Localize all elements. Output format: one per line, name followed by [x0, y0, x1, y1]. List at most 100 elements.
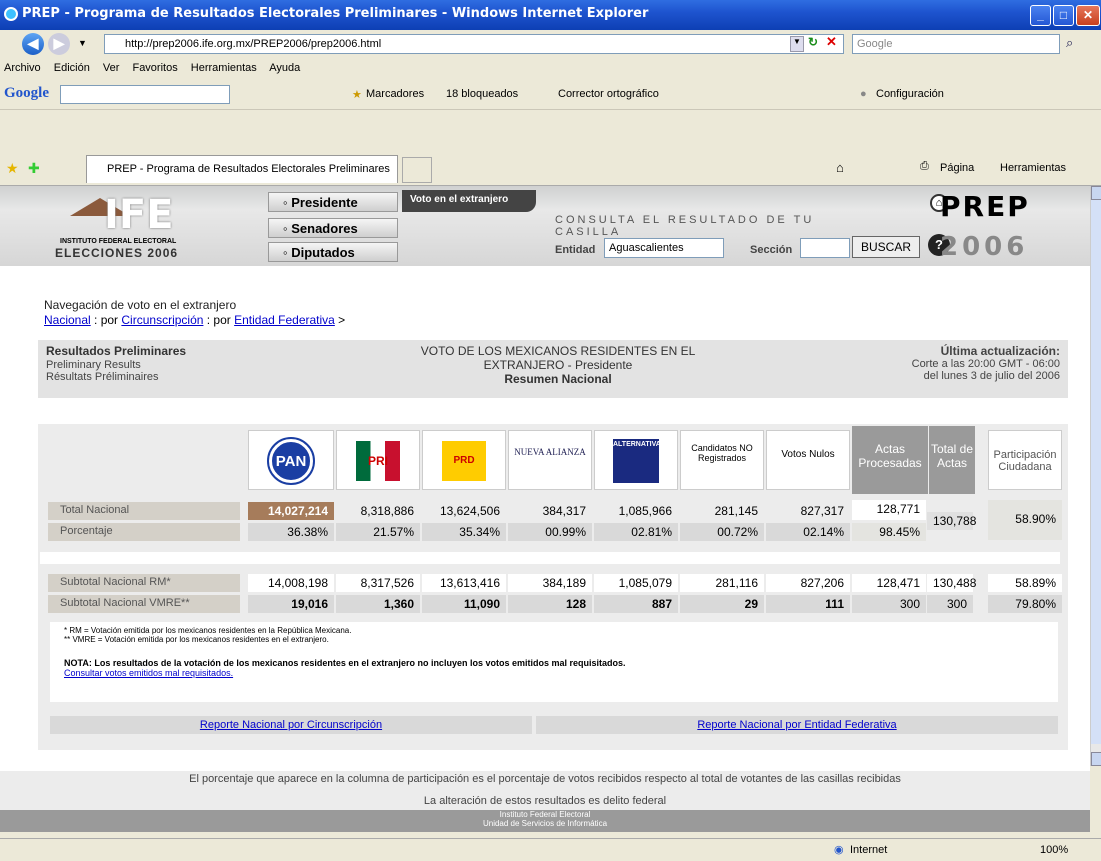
favorites-star-icon[interactable]: ★: [6, 160, 19, 177]
google-search-input[interactable]: [60, 85, 230, 104]
update-title: Última actualización:: [940, 344, 1060, 358]
breadcrumb: Nacional : por Circunscripción : por Ent…: [44, 313, 345, 327]
back-button[interactable]: ◀: [22, 33, 44, 55]
prd-pt-logo: PRD: [442, 441, 486, 481]
url-dropdown[interactable]: ▼: [790, 36, 804, 52]
rm-no-registrados: 281,116: [680, 574, 764, 592]
add-favorite-icon[interactable]: ✚: [28, 160, 40, 177]
pct-pri: 21.57%: [336, 523, 420, 541]
voto-extranjero-tab[interactable]: Voto en el extranjero: [402, 190, 536, 212]
url-input[interactable]: http://prep2006.ife.org.mx/PREP2006/prep…: [104, 34, 844, 54]
nav-presidente[interactable]: ◦ Presidente: [268, 192, 398, 212]
tab-prep[interactable]: PREP - Programa de Resultados Electorale…: [86, 155, 398, 183]
buscar-button[interactable]: BUSCAR: [852, 236, 920, 258]
tab-label: PREP - Programa de Resultados Electorale…: [107, 163, 390, 175]
google-toolbar: Google ★ Marcadores 18 bloqueados Correc…: [0, 80, 1101, 110]
breadcrumb-entidad[interactable]: Entidad Federativa: [234, 313, 335, 327]
maximize-button[interactable]: □: [1053, 5, 1074, 26]
total-no-registrados: 281,145: [714, 504, 758, 518]
breadcrumb-nacional[interactable]: Nacional: [44, 313, 91, 327]
menu-ayuda[interactable]: Ayuda: [269, 62, 300, 74]
buscar-label: BUSCAR: [860, 240, 911, 254]
report-title: VOTO DE LOS MEXICANOS RESIDENTES EN EL E…: [338, 344, 778, 386]
scroll-down-button[interactable]: [1091, 752, 1101, 766]
report-circ-link[interactable]: Reporte Nacional por Circunscripción: [200, 719, 382, 731]
window-title-bar: PREP - Programa de Resultados Electorale…: [0, 0, 1101, 30]
menu-herramientas[interactable]: Herramientas: [191, 62, 257, 74]
scroll-thumb[interactable]: [1091, 200, 1101, 744]
entidad-value: Aguascalientes: [609, 242, 684, 254]
menu-archivo[interactable]: Archivo: [4, 62, 41, 74]
footer-institution: Instituto Federal Electoral Unidad de Se…: [0, 810, 1090, 832]
vmre-nulos: 111: [766, 595, 850, 613]
menu-ver[interactable]: Ver: [103, 62, 120, 74]
search-input[interactable]: Google: [852, 34, 1060, 54]
report-ent-button[interactable]: Reporte Nacional por Entidad Federativa: [536, 716, 1058, 734]
web-content: IFE INSTITUTO FEDERAL ELECTORAL ELECCION…: [0, 186, 1090, 832]
seccion-input[interactable]: [800, 238, 850, 258]
results-title-fr: Résultats Préliminaires: [46, 371, 159, 383]
minimize-button[interactable]: _: [1030, 5, 1051, 26]
page-menu[interactable]: Página: [940, 162, 974, 174]
scroll-up-button[interactable]: [1091, 186, 1101, 200]
spellcheck-button[interactable]: Corrector ortográfico: [558, 88, 659, 100]
tab-row: ★ ✚ PREP - Programa de Resultados Electo…: [0, 148, 1101, 186]
rm-actas-value: 128,471: [852, 574, 926, 592]
party-pri-header: PRI: [336, 430, 420, 490]
votos-nulos-label: Votos Nulos: [781, 449, 835, 460]
footer-ife: Instituto Federal Electoral: [499, 810, 591, 819]
new-tab-button[interactable]: [402, 157, 432, 183]
refresh-icon[interactable]: ↻: [808, 35, 826, 53]
candidatos-no-registrados-header: Candidatos NO Registrados: [680, 430, 764, 490]
report-title-line1: VOTO DE LOS MEXICANOS RESIDENTES EN EL: [420, 344, 696, 358]
ife-logo: IFE INSTITUTO FEDERAL ELECTORAL ELECCION…: [55, 192, 230, 260]
popup-blocked-count[interactable]: 18 bloqueados: [446, 88, 518, 100]
zoom-level[interactable]: 100%: [1040, 844, 1068, 856]
bookmarks-button[interactable]: Marcadores: [366, 88, 424, 100]
menu-favoritos[interactable]: Favoritos: [132, 62, 177, 74]
rm-pan: 14,008,198: [248, 574, 334, 592]
report-ent-link[interactable]: Reporte Nacional por Entidad Federativa: [697, 719, 896, 731]
pct-alternativa: 02.81%: [594, 523, 678, 541]
vmre-prd: 11,090: [422, 595, 506, 613]
alternativa-logo: ALTERNATIVA: [613, 439, 661, 483]
home-icon[interactable]: ⌂: [836, 160, 844, 175]
vmre-no-registrados: 29: [680, 595, 764, 613]
breadcrumb-circunscripcion[interactable]: Circunscripción: [121, 313, 203, 327]
print-icon[interactable]: ⎙: [920, 160, 929, 173]
globe-icon: ◉: [834, 844, 844, 856]
recent-pages-dropdown[interactable]: ▼: [78, 38, 87, 48]
stop-icon[interactable]: ✕: [826, 34, 844, 52]
entidad-select[interactable]: Aguascalientes: [604, 238, 724, 258]
nueva-alianza-logo: NUEVA ALIANZA: [514, 447, 586, 457]
row-label: Subtotal Nacional VMRE**: [48, 595, 240, 613]
total-nueva-alianza: 384,317: [542, 504, 586, 518]
nav-senadores[interactable]: ◦ Senadores: [268, 218, 398, 238]
forward-button[interactable]: ▶: [48, 33, 70, 55]
report-title-line3: Resumen Nacional: [504, 372, 612, 386]
pct-pan: 36.38%: [248, 523, 334, 541]
vertical-scrollbar[interactable]: [1090, 186, 1101, 766]
total-actas-label: Total de Actas: [930, 442, 974, 470]
url-text: http://prep2006.ife.org.mx/PREP2006/prep…: [125, 38, 382, 50]
menu-edicion[interactable]: Edición: [54, 62, 90, 74]
consultar-link[interactable]: Consultar votos emitidos mal requisitado…: [64, 668, 1044, 678]
note-vmre: ** VMRE = Votación emitida por los mexic…: [64, 635, 329, 644]
ife-elections-year: ELECCIONES 2006: [55, 246, 179, 260]
report-circ-button[interactable]: Reporte Nacional por Circunscripción: [50, 716, 532, 734]
nav-diputados[interactable]: ◦ Diputados: [268, 242, 398, 262]
nav-senadores-label: Senadores: [291, 221, 358, 236]
pct-prd: 35.34%: [422, 523, 506, 541]
actas-pct-value: 98.45%: [852, 523, 926, 541]
party-alternativa-header: ALTERNATIVA: [594, 430, 678, 490]
close-button[interactable]: ✕: [1076, 5, 1100, 26]
search-icon[interactable]: ⌕: [1066, 35, 1073, 51]
actas-procesadas-value: 128,771: [852, 500, 926, 520]
breadcrumb-end: >: [334, 313, 346, 327]
seccion-label: Sección: [750, 244, 793, 256]
actas-procesadas-header: Actas Procesadas: [852, 426, 928, 494]
window-title: PREP - Programa de Resultados Electorale…: [22, 6, 649, 21]
status-bar: ◉ Internet 100%: [0, 838, 1101, 861]
settings-button[interactable]: Configuración: [876, 88, 944, 100]
tools-menu[interactable]: Herramientas: [1000, 162, 1066, 174]
